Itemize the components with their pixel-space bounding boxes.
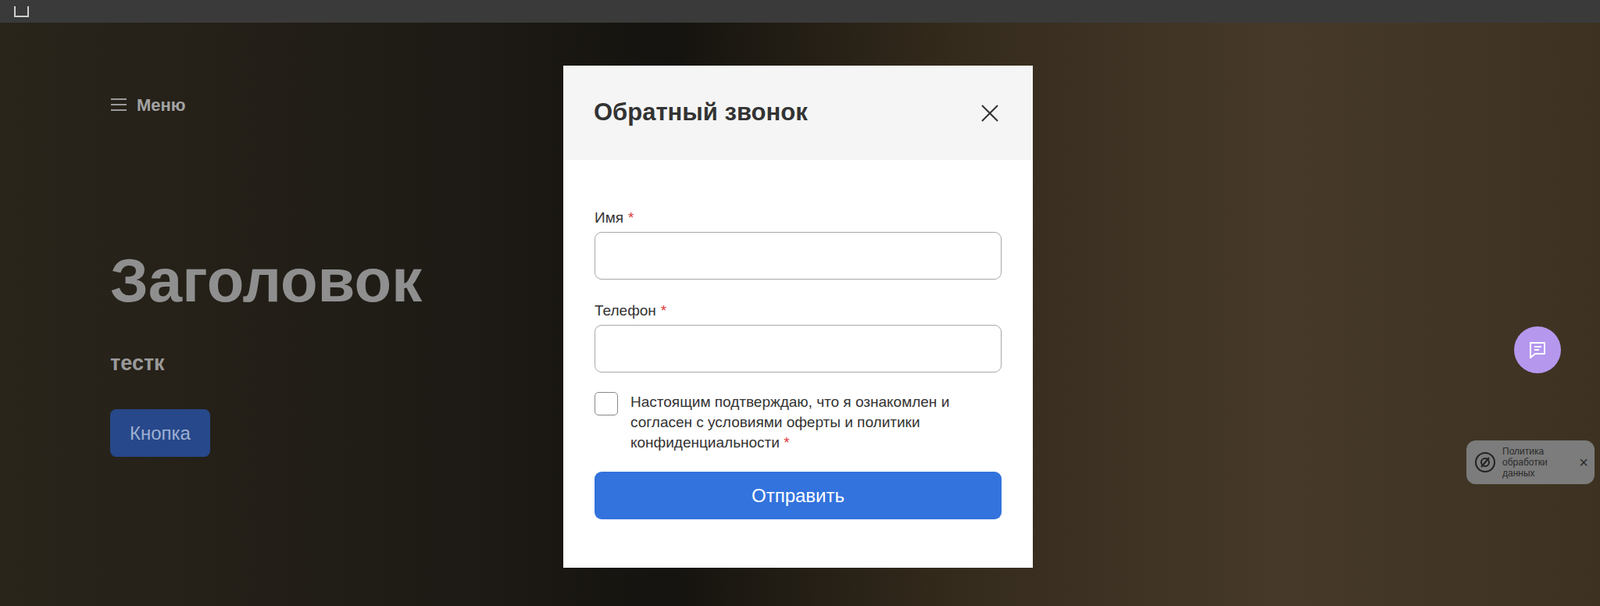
field-label: Имя* xyxy=(594,208,1002,228)
required-mark: * xyxy=(783,434,790,451)
form-field: Имя* xyxy=(594,208,1002,280)
menu-label: Меню xyxy=(136,92,186,118)
field-label: Телефон* xyxy=(594,301,1002,321)
browser-bar xyxy=(0,0,1600,23)
chat-button[interactable] xyxy=(1514,326,1561,374)
callback-modal: Обратный звонок Имя*Телефон* Настоящим п… xyxy=(563,65,1033,568)
consent-row[interactable]: Настоящим подтверждаю, что я ознакомлен … xyxy=(594,392,1002,454)
chat-icon xyxy=(1526,339,1549,361)
policy-icon xyxy=(1474,451,1497,474)
cookie-notice: Политика обработки данных × xyxy=(1466,440,1595,485)
hamburger-icon xyxy=(110,97,128,112)
consent-text: Настоящим подтверждаю, что я ознакомлен … xyxy=(630,393,950,451)
hero-subtitle: тестк xyxy=(110,351,165,375)
field-list: Имя*Телефон* xyxy=(594,208,1002,373)
text-input[interactable] xyxy=(594,232,1002,280)
field-label-text: Имя xyxy=(594,209,624,226)
required-mark: * xyxy=(628,209,634,226)
close-icon[interactable] xyxy=(979,103,1000,124)
menu-button[interactable]: Меню xyxy=(110,93,186,116)
text-input[interactable] xyxy=(594,325,1002,373)
modal-title: Обратный звонок xyxy=(593,94,808,132)
hero-title: Заголовок xyxy=(110,250,422,311)
page: Меню Заголовок тестк Кнопка Политика обр… xyxy=(0,0,1600,606)
modal-body: Имя*Телефон* Настоящим подтверждаю, что … xyxy=(563,160,1033,568)
field-label-text: Телефон xyxy=(594,302,657,319)
cookie-text: Политика обработки данных xyxy=(1502,446,1559,479)
modal-header: Обратный звонок xyxy=(563,65,1033,161)
hero-button[interactable]: Кнопка xyxy=(110,409,211,458)
cookie-close[interactable]: × xyxy=(1578,454,1589,471)
consent-checkbox[interactable] xyxy=(594,392,618,416)
submit-button[interactable]: Отправить xyxy=(594,471,1002,520)
form-field: Телефон* xyxy=(594,301,1002,373)
page-icon xyxy=(14,6,29,18)
required-mark: * xyxy=(660,302,667,319)
